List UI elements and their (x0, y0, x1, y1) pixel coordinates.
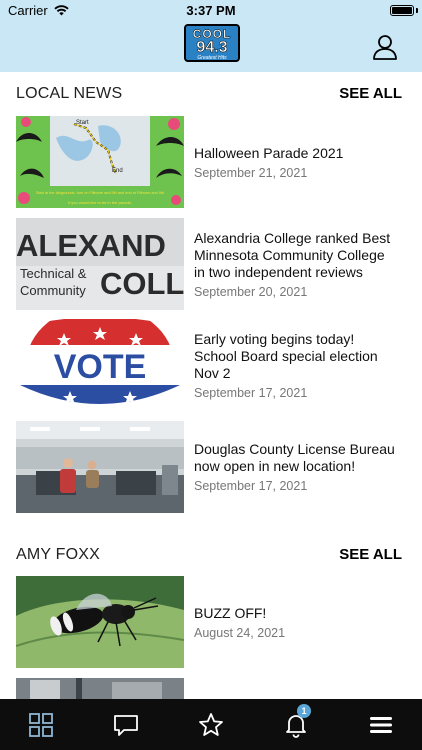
battery-tip (416, 8, 418, 13)
local-news-header: LOCAL NEWS SEE ALL (16, 85, 406, 105)
news-headline: Halloween Parade 2021 (194, 144, 344, 161)
news-thumbnail (16, 576, 184, 668)
station-logo[interactable]: COOL 94.3 Greatest Hits (184, 24, 240, 62)
news-item[interactable]: BUZZ OFF! August 24, 2021 (16, 576, 406, 668)
battery-icon (390, 5, 414, 16)
sign-text-alexand: ALEXAND (16, 228, 166, 263)
college-sign-image: ALEXAND Technical & COLL Community (16, 218, 184, 310)
news-item[interactable]: ALEXAND Technical & COLL Community Alexa… (16, 218, 406, 310)
sign-text-coll: COLL (100, 266, 184, 301)
news-date: September 21, 2021 (194, 165, 308, 180)
news-thumbnail (16, 421, 184, 513)
news-headline: Douglas County License Bureau now open i… (194, 441, 395, 474)
partial-photo-image (16, 678, 184, 699)
see-all-button[interactable]: SEE ALL (339, 85, 402, 102)
grid-icon[interactable] (28, 712, 54, 738)
section-title: LOCAL NEWS (16, 85, 123, 102)
notification-badge: 1 (297, 704, 311, 718)
logo-tagline: Greatest Hits (197, 55, 227, 61)
news-thumbnail (16, 678, 184, 699)
logo-number: 94.3 (196, 39, 228, 56)
map-end-label: End (112, 168, 123, 174)
office-photo-image (16, 421, 184, 513)
menu-icon[interactable] (368, 712, 394, 738)
vote-button-image: VOTE (16, 319, 184, 411)
news-thumbnail: Start End Start at the fairgrounds, turn… (16, 116, 184, 208)
news-headline: BUZZ OFF! (194, 604, 267, 621)
amy-foxx-header: AMY FOXX SEE ALL (16, 546, 406, 566)
vote-text: VOTE (54, 348, 147, 386)
news-date: September 17, 2021 (194, 385, 308, 400)
bottom-tab-bar (0, 699, 422, 750)
news-headline: Early voting begins today! School Board … (194, 330, 378, 381)
hornet-photo-image (16, 576, 184, 668)
news-item[interactable]: Douglas County License Bureau now open i… (16, 421, 406, 513)
clock: 3:37 PM (186, 3, 236, 18)
status-bar: Carrier 3:37 PM (0, 0, 422, 22)
news-date: September 17, 2021 (194, 479, 308, 493)
star-icon[interactable] (198, 712, 224, 738)
map-caption-2: If you would like to be in the parade, (68, 200, 132, 205)
sign-text-technical: Technical & (20, 266, 87, 281)
news-item[interactable]: Start End Start at the fairgrounds, turn… (16, 116, 406, 208)
parade-map-image: Start End Start at the fairgrounds, turn… (16, 116, 184, 208)
news-item-partial[interactable] (16, 678, 406, 699)
news-headline: Alexandria College ranked Best Minnesota… (194, 229, 391, 280)
news-thumbnail: VOTE (16, 319, 184, 411)
profile-icon[interactable] (371, 33, 399, 61)
news-date: September 20, 2021 (194, 284, 308, 299)
see-all-button[interactable]: SEE ALL (339, 546, 402, 563)
sign-text-community: Community (20, 283, 86, 298)
section-title: AMY FOXX (16, 546, 100, 563)
chat-icon[interactable] (113, 712, 139, 738)
map-start-label: Start (76, 120, 89, 126)
news-text: Alexandria College ranked Best Minnesota… (194, 218, 399, 310)
news-date: August 24, 2021 (194, 625, 286, 640)
news-text: Douglas County License Bureau now open i… (194, 421, 399, 513)
news-text: Halloween Parade 2021 September 21, 2021 (194, 116, 399, 208)
news-text: Early voting begins today! School Board … (194, 319, 399, 411)
map-caption: Start at the fairgrounds, turn on Fillmo… (36, 191, 164, 195)
news-item[interactable]: VOTE Early voting begins today! School B… (16, 319, 406, 411)
news-text: BUZZ OFF! August 24, 2021 (194, 576, 399, 668)
news-thumbnail: ALEXAND Technical & COLL Community (16, 218, 184, 310)
app-header: Carrier 3:37 PM COOL 94.3 Greatest Hits (0, 0, 422, 72)
